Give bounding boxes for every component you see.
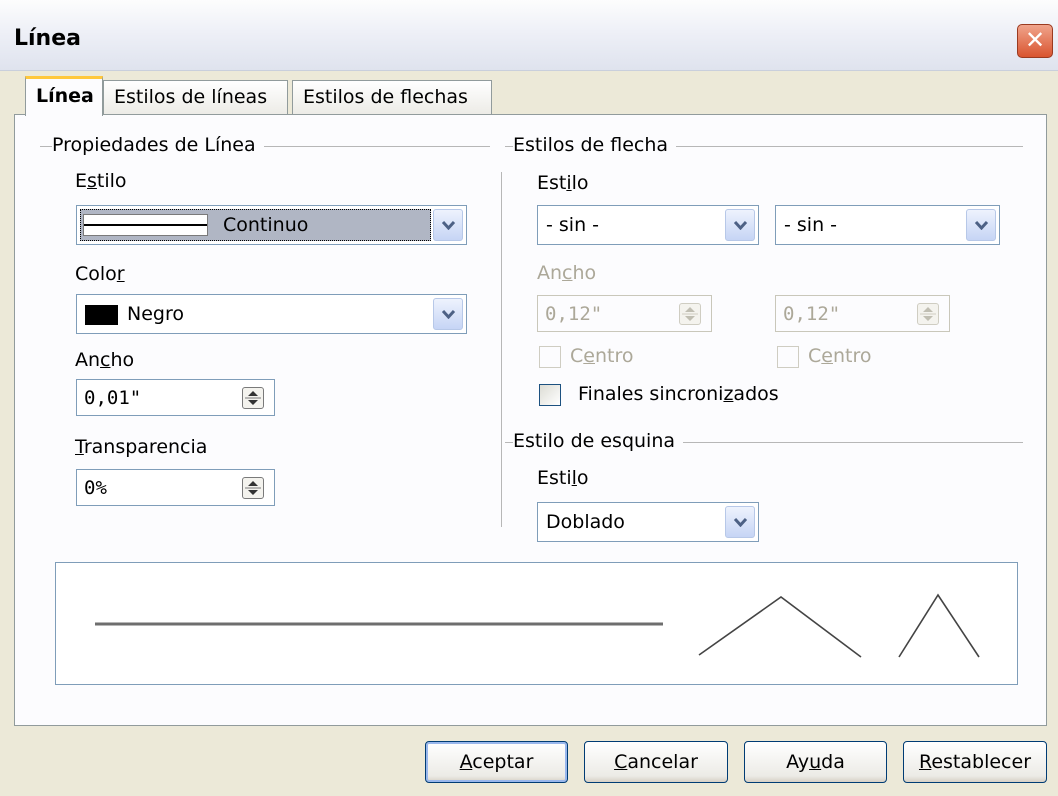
tab-label: Estilos de flechas xyxy=(303,86,468,108)
color-select[interactable]: Negro xyxy=(76,294,467,334)
title-bar[interactable]: Línea ✕ xyxy=(0,0,1058,71)
tab-label: Estilos de líneas xyxy=(114,86,268,108)
corner-style-value: Doblado xyxy=(546,511,625,533)
reset-button[interactable]: Restablecer xyxy=(903,741,1047,783)
preview-corner-wide xyxy=(698,596,862,658)
ok-button[interactable]: Aceptar xyxy=(425,741,568,783)
arrow-end-width-value: 0,12" xyxy=(783,303,841,325)
center-end-label: Centro xyxy=(808,345,872,367)
chevron-down-icon xyxy=(442,221,455,230)
center-end-checkbox[interactable] xyxy=(777,346,799,368)
arrow-start-value: - sin - xyxy=(546,214,600,236)
arrow-style-label: Estilo xyxy=(537,172,589,194)
chevron-down-icon xyxy=(734,221,747,230)
line-dialog: Línea ✕ Línea Estilos de líneas Estilos … xyxy=(0,0,1058,796)
window-title: Línea xyxy=(14,26,81,51)
preview-corner-narrow xyxy=(898,593,980,658)
sync-ends-checkbox[interactable] xyxy=(539,384,561,406)
arrow-end-select[interactable]: - sin - xyxy=(775,205,1000,245)
arrow-end-value: - sin - xyxy=(784,214,838,236)
chevron-down-icon xyxy=(442,310,455,319)
arrow-start-width-value: 0,12" xyxy=(545,303,603,325)
center-start-label: Centro xyxy=(570,345,634,367)
spin-button[interactable] xyxy=(242,477,264,499)
tab-linea[interactable]: Línea xyxy=(25,76,103,116)
color-value: Negro xyxy=(127,303,184,325)
tab-estilos-lineas[interactable]: Estilos de líneas xyxy=(103,80,288,115)
transparency-label: Transparencia xyxy=(75,436,208,458)
line-width-spinbox[interactable]: 0,01" xyxy=(76,379,275,416)
sync-ends-label: Finales sincronizados xyxy=(578,383,779,405)
close-icon: ✕ xyxy=(1024,26,1046,54)
line-width-value: 0,01" xyxy=(84,387,142,409)
line-style-select[interactable]: Continuo xyxy=(76,205,467,245)
spin-button[interactable] xyxy=(679,303,701,325)
line-properties-group-title: Propiedades de Línea xyxy=(52,134,264,156)
help-button[interactable]: Ayuda xyxy=(744,741,887,783)
spin-button[interactable] xyxy=(917,303,939,325)
arrow-end-width-spinbox[interactable]: 0,12" xyxy=(775,295,950,332)
arrow-width-label: Ancho xyxy=(537,262,597,284)
line-preview xyxy=(55,562,1018,685)
chevron-down-icon xyxy=(975,221,988,230)
arrow-start-select[interactable]: - sin - xyxy=(537,205,759,245)
chevron-down-icon xyxy=(734,518,747,527)
dropdown-button[interactable] xyxy=(725,506,755,538)
transparency-value: 0% xyxy=(84,477,107,499)
tab-estilos-flechas[interactable]: Estilos de flechas xyxy=(292,80,492,115)
spin-button[interactable] xyxy=(242,387,264,409)
line-style-preview xyxy=(83,214,208,236)
spin-arrows-icon xyxy=(245,481,261,495)
center-start-checkbox[interactable] xyxy=(539,346,561,368)
spin-arrows-icon xyxy=(920,307,936,321)
spin-arrows-icon xyxy=(682,307,698,321)
corner-style-label: Estilo xyxy=(537,467,589,489)
transparency-spinbox[interactable]: 0% xyxy=(76,469,275,506)
line-preview-graphic xyxy=(95,593,980,658)
arrow-styles-group-title: Estilos de flecha xyxy=(513,134,677,156)
color-label: Color xyxy=(75,263,125,285)
dropdown-button[interactable] xyxy=(966,209,996,241)
tab-label: Línea xyxy=(36,85,94,107)
corner-style-select[interactable]: Doblado xyxy=(537,502,759,542)
arrow-start-width-spinbox[interactable]: 0,12" xyxy=(537,295,712,332)
dropdown-button[interactable] xyxy=(433,209,463,241)
width-label: Ancho xyxy=(75,349,135,371)
style-label: Estilo xyxy=(75,170,127,192)
line-style-value: Continuo xyxy=(223,214,309,236)
dropdown-button[interactable] xyxy=(725,209,755,241)
color-swatch xyxy=(85,305,118,325)
spin-arrows-icon xyxy=(245,391,261,405)
corner-style-group-title: Estilo de esquina xyxy=(513,430,684,452)
dropdown-button[interactable] xyxy=(433,298,463,330)
close-button[interactable]: ✕ xyxy=(1017,24,1053,58)
vertical-separator xyxy=(501,172,502,527)
cancel-button[interactable]: Cancelar xyxy=(584,741,728,783)
